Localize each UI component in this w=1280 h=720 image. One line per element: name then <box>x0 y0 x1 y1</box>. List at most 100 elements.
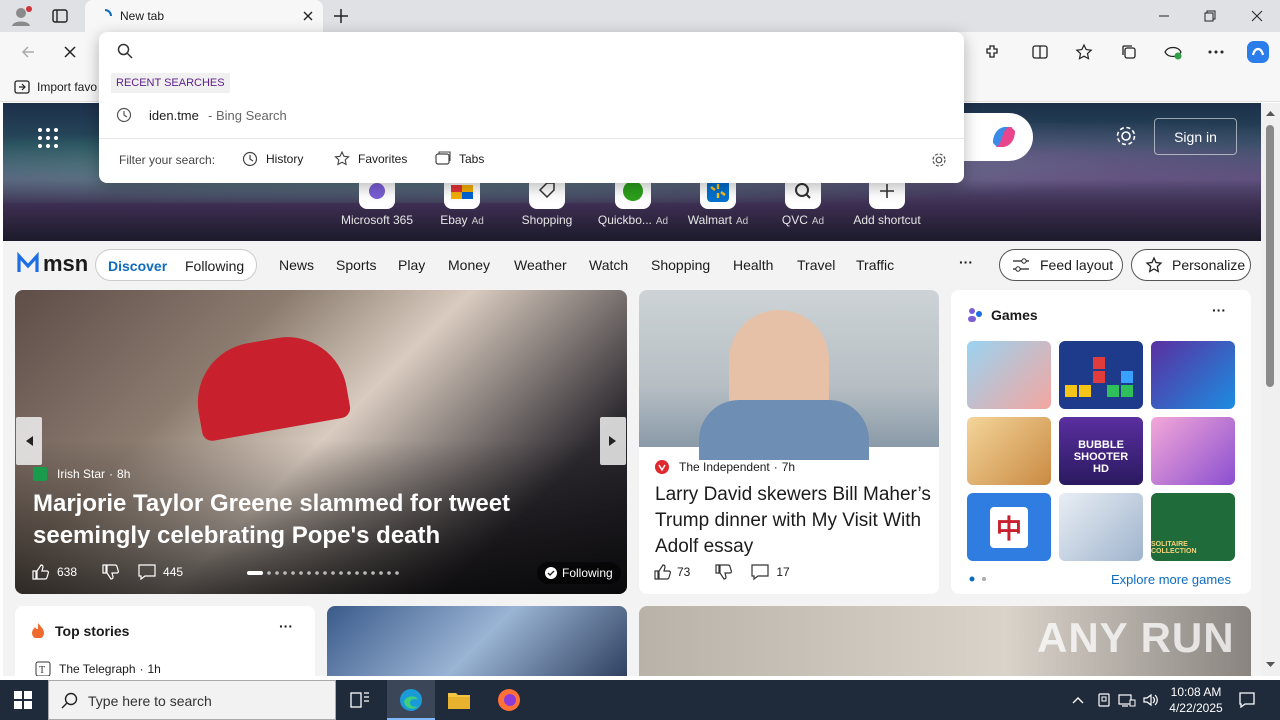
nav-travel[interactable]: Travel <box>797 257 835 273</box>
search-settings-icon[interactable] <box>931 152 947 168</box>
carousel-prev-icon[interactable] <box>16 417 42 465</box>
games-icon <box>966 306 984 324</box>
network-icon[interactable] <box>1118 692 1136 708</box>
task-view-icon[interactable] <box>350 691 370 709</box>
game-tile-gems[interactable] <box>1151 341 1235 409</box>
nav-health[interactable]: Health <box>733 257 773 273</box>
more-options-icon[interactable] <box>1207 43 1225 61</box>
browser-essentials-icon[interactable] <box>1163 43 1183 61</box>
recent-search-item[interactable]: iden.tme - Bing Search <box>99 98 964 132</box>
history-icon <box>242 151 258 167</box>
nav-sports[interactable]: Sports <box>336 257 376 273</box>
game-tile-solitaire[interactable]: SOLITAIRE COLLECTION <box>1151 493 1235 561</box>
favorites-icon[interactable] <box>1075 43 1093 61</box>
search-box-end[interactable] <box>953 113 1033 161</box>
tray-device-icon[interactable] <box>1096 692 1112 708</box>
title-bar: New tab <box>0 0 1280 32</box>
like-icon <box>32 564 49 580</box>
games-more-icon[interactable]: ··· <box>1212 302 1226 318</box>
like-icon <box>654 564 671 580</box>
profile-icon[interactable] <box>10 5 34 27</box>
carousel-next-icon[interactable] <box>600 417 626 465</box>
story-card-image-3[interactable]: ANY RUN <box>639 606 1251 676</box>
filter-tabs[interactable]: Tabs <box>435 151 484 167</box>
nav-money[interactable]: Money <box>448 257 490 273</box>
collections-icon[interactable] <box>1120 43 1138 61</box>
tab-following[interactable]: Following <box>185 258 244 274</box>
close-window-icon[interactable] <box>1234 0 1280 32</box>
nav-play[interactable]: Play <box>398 257 425 273</box>
side-story-card[interactable]: The Independent · 7h Larry David skewers B… <box>639 290 939 594</box>
star-icon <box>334 151 350 166</box>
msn-logo-icon[interactable] <box>16 250 40 276</box>
svg-text:T: T <box>39 665 45 676</box>
tray-chevron-icon[interactable] <box>1071 693 1085 707</box>
game-tile-wood[interactable] <box>967 417 1051 485</box>
tab-title: New tab <box>120 9 165 23</box>
scrollbar-thumb[interactable] <box>1266 125 1274 387</box>
import-favorites-link[interactable]: Import favo <box>37 80 97 94</box>
personalize-button[interactable]: Personalize <box>1131 249 1251 281</box>
nav-shopping[interactable]: Shopping <box>651 257 710 273</box>
tab-new-tab[interactable]: New tab <box>85 0 323 32</box>
stop-icon[interactable] <box>62 44 78 60</box>
game-tile-mahjong[interactable]: 中 <box>967 493 1051 561</box>
side-story-headline[interactable]: Larry David skewers Bill Maher’s Trump d… <box>655 482 931 560</box>
main-like-count: 638 <box>57 565 78 579</box>
restore-icon[interactable] <box>1187 0 1233 32</box>
nav-more-button[interactable]: ··· <box>959 254 973 270</box>
game-tile-bubble-shooter[interactable]: BUBBLE SHOOTER HD <box>1059 417 1143 485</box>
game-tile-makeup[interactable] <box>1151 417 1235 485</box>
split-screen-icon[interactable] <box>1031 43 1049 61</box>
firefox-icon[interactable] <box>497 688 521 712</box>
copilot-search-icon[interactable] <box>989 123 1019 151</box>
filter-history[interactable]: History <box>242 151 303 167</box>
msn-new-tab-page: Sign in Microsoft 365 Ebay Ad Shopping Qu… <box>3 103 1261 676</box>
the-telegraph-icon: T <box>35 661 51 676</box>
fire-icon <box>31 622 45 638</box>
games-pager[interactable] <box>969 576 991 582</box>
comment-icon <box>138 564 156 581</box>
story-card-image-2[interactable] <box>327 606 627 676</box>
back-icon[interactable] <box>20 44 36 60</box>
copilot-icon[interactable] <box>1245 39 1271 65</box>
top-stories-more-icon[interactable]: ··· <box>279 618 293 634</box>
taskbar-search-box[interactable]: Type here to search <box>48 680 336 720</box>
game-tile-blocks[interactable] <box>1059 341 1143 409</box>
file-explorer-icon[interactable] <box>447 689 471 711</box>
explore-more-games-link[interactable]: Explore more games <box>1111 572 1231 587</box>
feed-layout-button[interactable]: Feed layout <box>999 249 1123 281</box>
page-scrollbar[interactable] <box>1261 103 1280 676</box>
taskbar-clock[interactable]: 10:08 AM 4/22/2025 <box>1164 684 1228 716</box>
notifications-icon[interactable] <box>1238 691 1256 709</box>
nav-weather[interactable]: Weather <box>514 257 567 273</box>
volume-icon[interactable] <box>1142 692 1160 708</box>
address-input[interactable] <box>143 32 943 70</box>
clock-date: 4/22/2025 <box>1169 701 1223 715</box>
following-badge[interactable]: Following <box>537 562 621 584</box>
main-story-card[interactable]: Irish Star · 8h Marjorie Taylor Greene sla… <box>15 290 627 594</box>
app-launcher-icon[interactable] <box>37 127 59 149</box>
carousel-dots[interactable] <box>247 570 405 576</box>
tab-actions-icon[interactable] <box>52 8 68 24</box>
game-tile-1[interactable] <box>967 341 1051 409</box>
side-story-image <box>639 290 939 460</box>
new-tab-icon[interactable] <box>333 8 349 24</box>
start-icon[interactable] <box>14 691 32 709</box>
nav-watch[interactable]: Watch <box>589 257 628 273</box>
taskbar-edge[interactable] <box>387 680 435 720</box>
tab-discover[interactable]: Discover <box>108 258 167 274</box>
settings-icon[interactable] <box>1115 125 1137 147</box>
loading-icon <box>97 8 113 24</box>
close-tab-icon[interactable] <box>301 9 315 23</box>
nav-traffic[interactable]: Traffic <box>856 257 894 273</box>
game-tile-stickman[interactable] <box>1059 493 1143 561</box>
extensions-icon[interactable] <box>983 43 1001 61</box>
nav-news[interactable]: News <box>279 257 314 273</box>
main-story-reactions: 638 445 <box>31 563 183 581</box>
personalize-icon <box>1145 256 1163 273</box>
sign-in-button[interactable]: Sign in <box>1154 118 1237 155</box>
filter-favorites[interactable]: Favorites <box>334 151 407 167</box>
minimize-icon[interactable] <box>1141 0 1187 32</box>
main-story-headline[interactable]: Marjorie Taylor Greene slammed for tweet… <box>33 488 623 552</box>
